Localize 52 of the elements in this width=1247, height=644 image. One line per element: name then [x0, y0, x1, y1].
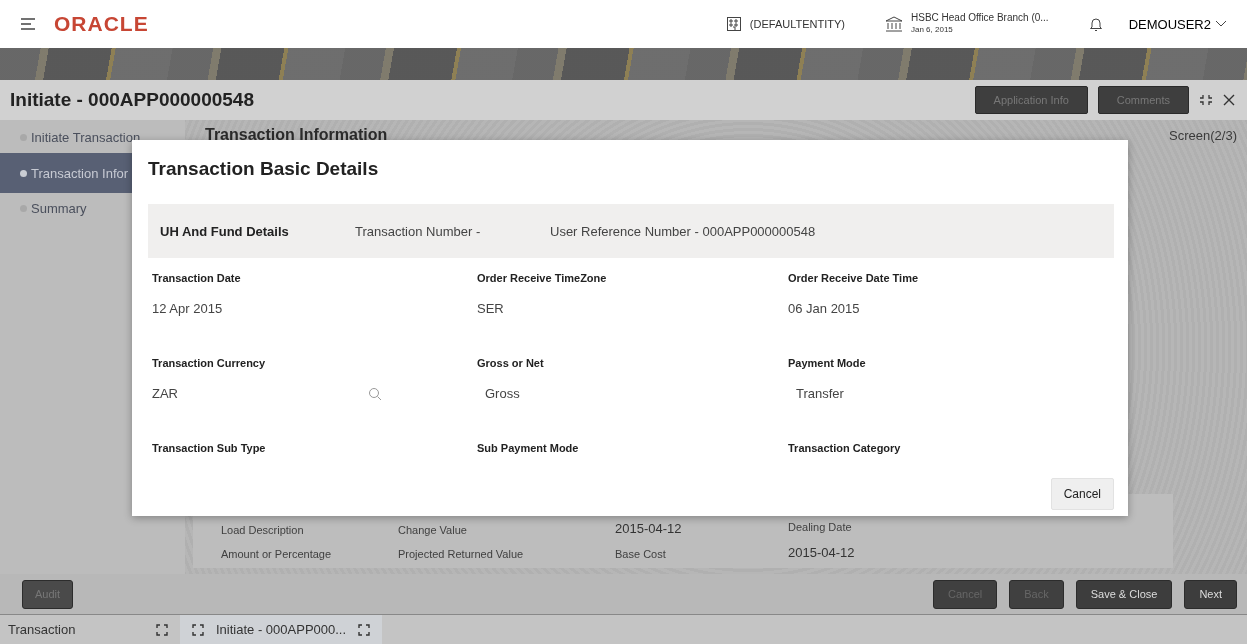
- field-label: Order Receive Date Time: [788, 272, 920, 284]
- taskbar-tab[interactable]: Transaction: [0, 615, 180, 644]
- entity-label[interactable]: (DEFAULTENTITY): [749, 18, 845, 30]
- field-value: 2015-04-12: [615, 521, 683, 536]
- expand-icon: [358, 623, 371, 636]
- expand-icon: [156, 623, 168, 636]
- field-label: Transaction Sub Type: [152, 442, 267, 454]
- cancel-button[interactable]: Cancel: [1050, 478, 1114, 510]
- field-label: Dealing Date: [788, 521, 853, 533]
- section-title: Transaction Information: [205, 126, 388, 144]
- collapse-icon[interactable]: [1199, 94, 1213, 106]
- field-label: Load Description: [221, 524, 305, 536]
- field-value[interactable]: Gross: [477, 386, 520, 401]
- field-label: Change Value: [398, 524, 468, 536]
- field-value[interactable]: Transfer: [788, 386, 844, 401]
- page-title: Initiate - 000APP000000548: [10, 89, 255, 111]
- menu-icon[interactable]: [20, 17, 36, 31]
- band-heading: UH And Fund Details: [160, 223, 290, 239]
- field-value: 2015-04-12: [788, 545, 856, 560]
- footer-button[interactable]: Next: [1184, 579, 1237, 609]
- field-label: Gross or Net: [477, 357, 545, 369]
- branch-name[interactable]: HSBC Head Office Branch (0...: [911, 12, 1049, 24]
- step-item[interactable]: Summary: [0, 193, 185, 224]
- field-value[interactable]: SER: [477, 301, 504, 316]
- footer-button[interactable]: Save & Close: [1075, 579, 1173, 609]
- chevron-down-icon: [1215, 20, 1227, 28]
- expand-icon: [192, 623, 204, 636]
- field-label: Sub Payment Mode: [477, 442, 580, 454]
- field-label: Projected Returned Value: [398, 548, 525, 560]
- bell-icon[interactable]: [1088, 16, 1103, 32]
- field-label: Transaction Category: [788, 442, 902, 454]
- branch-date: Jan 6, 2015: [911, 24, 954, 36]
- field-label: Order Receive TimeZone: [477, 272, 608, 284]
- user-name[interactable]: DEMOUSER2: [1128, 16, 1211, 32]
- field-value[interactable]: 06 Jan 2015: [788, 301, 860, 316]
- search-icon: [368, 386, 382, 401]
- user-reference: User Reference Number - 000APP000000548: [550, 223, 816, 239]
- field-value[interactable]: ZAR: [152, 386, 178, 401]
- field-label: Payment Mode: [788, 357, 867, 369]
- field-label: Transaction Currency: [152, 357, 267, 369]
- bank-icon: [885, 16, 903, 32]
- field-label: Transaction Date: [152, 272, 242, 284]
- brand-logo: ORACLE: [54, 12, 149, 36]
- field-label: Amount or Percentage: [221, 548, 333, 560]
- transaction-number: Transaction Number -: [355, 223, 482, 239]
- field-value[interactable]: 12 Apr 2015: [152, 301, 223, 316]
- field-label: Base Cost: [615, 548, 667, 560]
- screen-indicator: Screen(2/3): [1169, 128, 1237, 143]
- taskbar-tab[interactable]: Initiate - 000APP000...: [180, 615, 383, 644]
- close-icon[interactable]: [1223, 94, 1235, 106]
- step-item[interactable]: Initiate Transaction: [0, 122, 185, 153]
- building-icon: [725, 16, 742, 32]
